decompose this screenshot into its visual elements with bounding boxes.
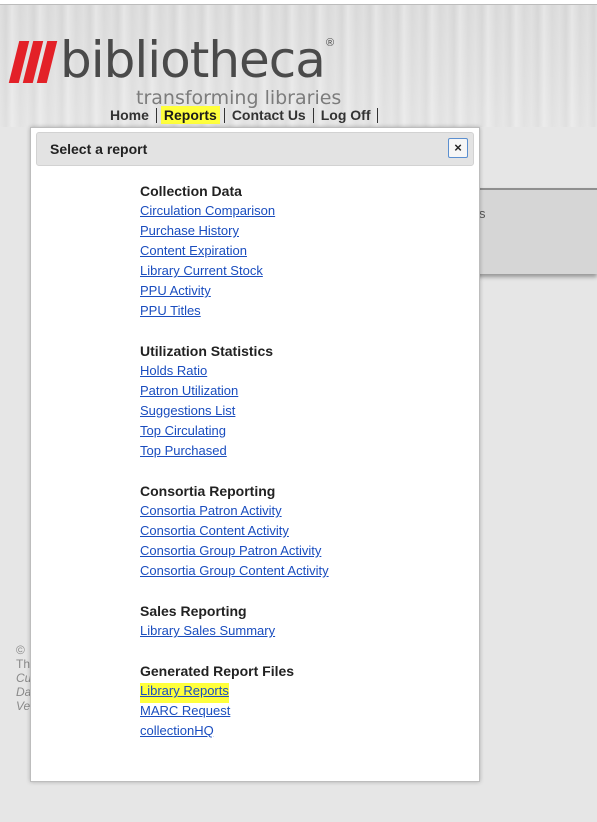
nav-reports[interactable]: Reports [160,106,220,124]
report-link-top-circulating[interactable]: Top Circulating [140,423,226,443]
report-link-content-expiration[interactable]: Content Expiration [140,243,247,263]
nav-divider [155,107,157,123]
report-link-consortia-group-patron-activity[interactable]: Consortia Group Patron Activity [140,543,321,563]
nav-contact-us[interactable]: Contact Us [225,106,313,124]
report-link-ppu-activity[interactable]: PPU Activity [140,283,211,303]
main-nav: Home Reports Contact Us Log Off [103,106,379,124]
report-link-suggestions-list[interactable]: Suggestions List [140,403,235,423]
section-utilization-statistics: Utilization Statistics Holds Ratio Patro… [140,343,329,463]
report-link-library-current-stock[interactable]: Library Current Stock [140,263,263,283]
report-link-consortia-patron-activity[interactable]: Consortia Patron Activity [140,503,282,523]
report-link-library-sales-summary[interactable]: Library Sales Summary [140,623,275,643]
section-heading: Collection Data [140,183,242,199]
report-link-top-purchased[interactable]: Top Purchased [140,443,227,463]
report-link-ppu-titles[interactable]: PPU Titles [140,303,201,323]
nav-home[interactable]: Home [103,106,156,124]
section-heading: Utilization Statistics [140,343,274,359]
section-generated-report-files: Generated Report Files Library Reports M… [140,663,329,743]
logo-mark-icon [8,41,58,87]
background-panel: s [470,188,597,274]
report-link-marc-request[interactable]: MARC Request [140,703,230,723]
dialog-header: Select a report × [36,132,474,166]
section-heading: Consortia Reporting [140,483,276,499]
close-icon: × [454,140,462,155]
registered-mark: ® [325,37,335,49]
section-heading: Sales Reporting [140,603,247,619]
report-link-consortia-content-activity[interactable]: Consortia Content Activity [140,523,289,543]
report-link-library-reports[interactable]: Library Reports [140,683,229,703]
site-header: bibliotheca ® transforming libraries Hom… [0,4,597,127]
report-link-patron-utilization[interactable]: Patron Utilization [140,383,238,403]
nav-log-off[interactable]: Log Off [314,106,378,124]
close-button[interactable]: × [448,138,468,158]
section-collection-data: Collection Data Circulation Comparison P… [140,183,329,323]
report-link-consortia-group-content-activity[interactable]: Consortia Group Content Activity [140,563,329,583]
logo-wordmark: bibliotheca [60,31,326,89]
section-heading: Generated Report Files [140,663,295,679]
select-report-dialog: Select a report × Collection Data Circul… [30,127,480,782]
report-link-collectionhq[interactable]: collectionHQ [140,723,214,743]
report-list: Collection Data Circulation Comparison P… [140,183,329,763]
bibliotheca-logo[interactable]: bibliotheca ® [8,31,335,89]
nav-divider [377,107,379,123]
dialog-title: Select a report [50,141,148,157]
report-link-circulation-comparison[interactable]: Circulation Comparison [140,203,275,223]
section-consortia-reporting: Consortia Reporting Consortia Patron Act… [140,483,329,583]
section-sales-reporting: Sales Reporting Library Sales Summary [140,603,329,643]
report-link-holds-ratio[interactable]: Holds Ratio [140,363,207,383]
report-link-purchase-history[interactable]: Purchase History [140,223,239,243]
